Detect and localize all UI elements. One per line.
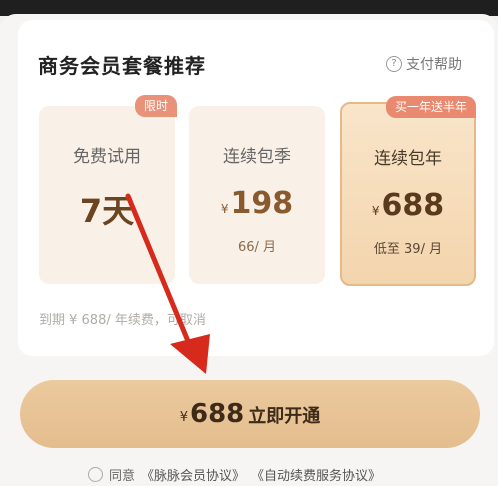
agree-prefix: 同意 (109, 469, 136, 484)
limited-time-badge: 限时 (134, 95, 177, 117)
currency-symbol: ¥ (371, 204, 380, 218)
currency-symbol: ¥ (220, 202, 229, 216)
activate-button[interactable]: ¥ 688 立即开通 (20, 380, 480, 448)
plan-name: 连续包季 (223, 147, 291, 167)
agreement-row: 同意 《脉脉会员协议》 《自动续费服务协议》 (88, 465, 381, 484)
promo-badge: 买一年送半年 (385, 96, 476, 118)
plan-option-quarterly[interactable]: 连续包季 ¥198 66/ 月 (189, 106, 325, 284)
plan-monthly-price: 低至 39/ 月 (373, 242, 443, 257)
plan-name: 免费试用 (73, 147, 141, 167)
plan-name: 连续包年 (374, 149, 442, 169)
page-title: 商务会员套餐推荐 (38, 54, 206, 78)
question-circle-icon: ? (386, 56, 402, 72)
plan-option-yearly[interactable]: 买一年送半年 连续包年 ¥688 低至 39/ 月 (340, 96, 476, 286)
plan-price: ¥688 (342, 188, 474, 223)
cta-amount: 688 (190, 399, 245, 429)
plan-option-trial[interactable]: 限时 免费试用 7天 (39, 95, 177, 284)
payment-help-link[interactable]: ? 支付帮助 (386, 54, 462, 74)
plan-monthly-price: 66/ 月 (237, 240, 277, 255)
cta-currency: ¥ (179, 409, 188, 425)
plan-price-value: 7天 (79, 192, 135, 230)
plan-price-value: 198 (230, 186, 294, 221)
payment-help-label: 支付帮助 (406, 57, 462, 73)
renewal-note: 到期 ¥ 688/ 年续费，可取消 (39, 313, 206, 328)
plan-price: ¥198 (189, 186, 325, 221)
auto-renew-agreement-link[interactable]: 《自动续费服务协议》 (251, 465, 381, 484)
plan-price: 7天 (39, 186, 175, 232)
member-agreement-link[interactable]: 《脉脉会员协议》 (141, 465, 245, 484)
plan-price-value: 688 (381, 188, 445, 223)
cta-label: 立即开通 (248, 406, 321, 427)
agree-radio[interactable] (88, 467, 103, 482)
